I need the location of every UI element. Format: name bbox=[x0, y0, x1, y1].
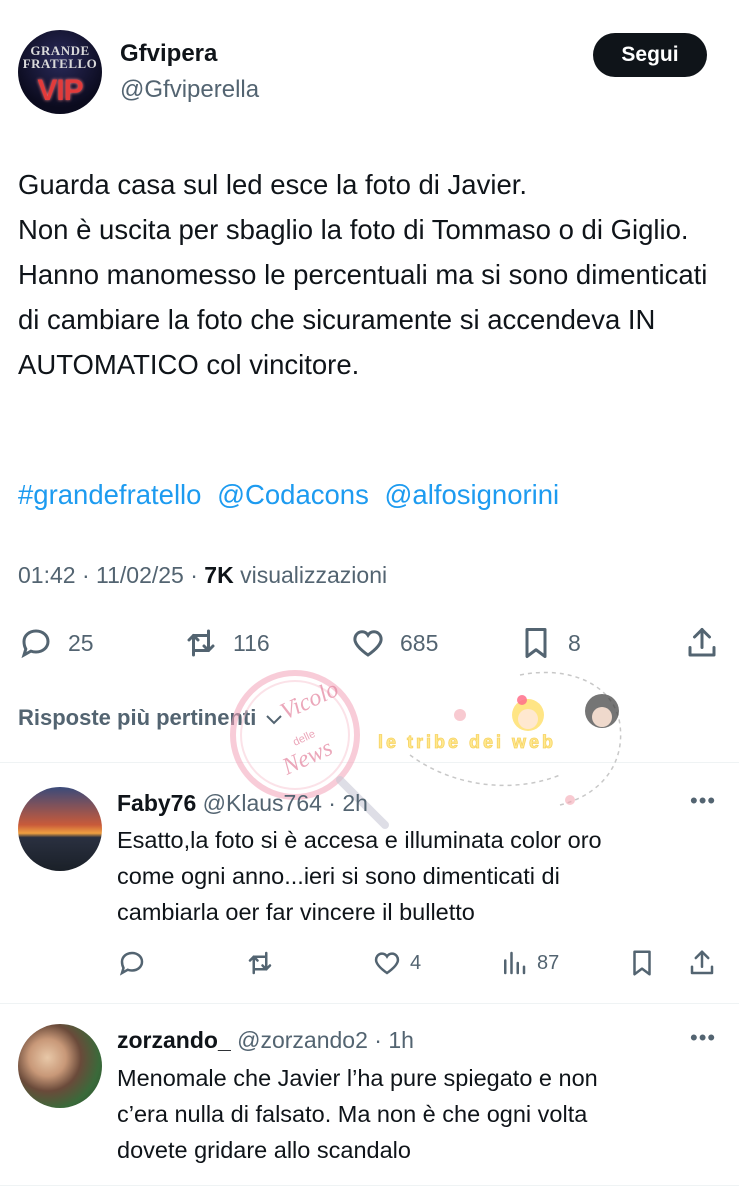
tweet-time[interactable]: 01:42 bbox=[18, 562, 76, 588]
bookmark-icon bbox=[525, 628, 547, 658]
views-label: visualizzazioni bbox=[240, 562, 388, 588]
analytics-icon bbox=[504, 951, 526, 975]
views-count: 7K bbox=[204, 562, 234, 588]
reply-button[interactable]: 25 bbox=[18, 620, 94, 666]
tweet-meta: 01:42 · 11/02/25 · 7K visualizzazioni bbox=[18, 562, 388, 588]
divider bbox=[0, 1185, 739, 1186]
avatar-text-top: GRANDE FRATELLO bbox=[22, 43, 98, 71]
author-avatar[interactable]: GRANDE FRATELLO VIP bbox=[18, 30, 102, 114]
reply-author-handle[interactable]: @zorzando2 bbox=[237, 1027, 368, 1053]
reply-icon bbox=[21, 629, 50, 659]
bookmark-icon bbox=[633, 950, 651, 976]
reply-author-handle[interactable]: @Klaus764 bbox=[203, 790, 322, 816]
share-button[interactable] bbox=[684, 620, 720, 666]
author-handle[interactable]: @Gfviperella bbox=[120, 76, 259, 104]
more-options-icon[interactable]: ••• bbox=[690, 1025, 716, 1051]
share-icon bbox=[690, 950, 714, 975]
watermark-cartoon: le tribe dei web bbox=[378, 671, 622, 806]
hashtag-link[interactable]: #grandefratello bbox=[18, 479, 201, 510]
watermark-text: le tribe dei web bbox=[378, 732, 556, 752]
heart-icon bbox=[374, 952, 400, 975]
reply-header: zorzando_ @zorzando2 · 1h bbox=[117, 1027, 414, 1053]
tweet-hashtags: #grandefratello @Codacons @alfosignorini bbox=[18, 472, 567, 517]
reply-time[interactable]: 1h bbox=[388, 1027, 414, 1053]
follow-button[interactable]: Segui bbox=[593, 33, 707, 77]
more-options-icon[interactable]: ••• bbox=[690, 788, 716, 814]
like-button[interactable]: 4 bbox=[372, 945, 421, 981]
like-count: 685 bbox=[400, 629, 439, 656]
reply-text: Menomale che Javier l’ha pure spiegato e… bbox=[117, 1065, 598, 1163]
reply-count: 25 bbox=[68, 629, 94, 656]
tweet-text: Guarda casa sul led esce la foto di Javi… bbox=[18, 169, 708, 380]
reply-avatar[interactable] bbox=[18, 787, 102, 871]
repost-icon bbox=[248, 951, 272, 975]
bookmark-button[interactable] bbox=[627, 945, 657, 981]
reply-time[interactable]: 2h bbox=[342, 790, 368, 816]
heart-icon bbox=[353, 630, 383, 657]
reply-text: Esatto,la foto si è accesa e illuminata … bbox=[117, 827, 602, 925]
repost-count: 116 bbox=[233, 629, 270, 656]
mention-link[interactable]: @Codacons bbox=[217, 479, 369, 510]
views-button[interactable]: 87 bbox=[499, 945, 559, 981]
reply-author-name[interactable]: zorzando_ bbox=[117, 1027, 231, 1053]
share-icon bbox=[688, 628, 716, 657]
bookmark-count: 8 bbox=[568, 629, 581, 656]
tweet-date[interactable]: 11/02/25 bbox=[96, 562, 184, 588]
author-name[interactable]: Gfvipera bbox=[120, 40, 217, 68]
reply-icon bbox=[119, 951, 144, 976]
share-button[interactable] bbox=[687, 945, 717, 981]
avatar-text-bottom: VIP bbox=[37, 74, 83, 107]
reply-actions: 4 87 bbox=[117, 945, 722, 981]
reply-avatar[interactable] bbox=[18, 1024, 102, 1108]
repost-button[interactable] bbox=[245, 945, 275, 981]
bookmark-button[interactable]: 8 bbox=[518, 620, 581, 666]
divider bbox=[0, 1003, 739, 1004]
views-count: 87 bbox=[537, 951, 560, 974]
mention-link[interactable]: @alfosignorini bbox=[385, 479, 560, 510]
reply-author-name[interactable]: Faby76 bbox=[117, 790, 196, 816]
reply-button[interactable] bbox=[117, 945, 147, 981]
repost-icon bbox=[187, 629, 215, 657]
like-count: 4 bbox=[410, 951, 422, 974]
reply-header: Faby76 @Klaus764 · 2h bbox=[117, 790, 368, 816]
